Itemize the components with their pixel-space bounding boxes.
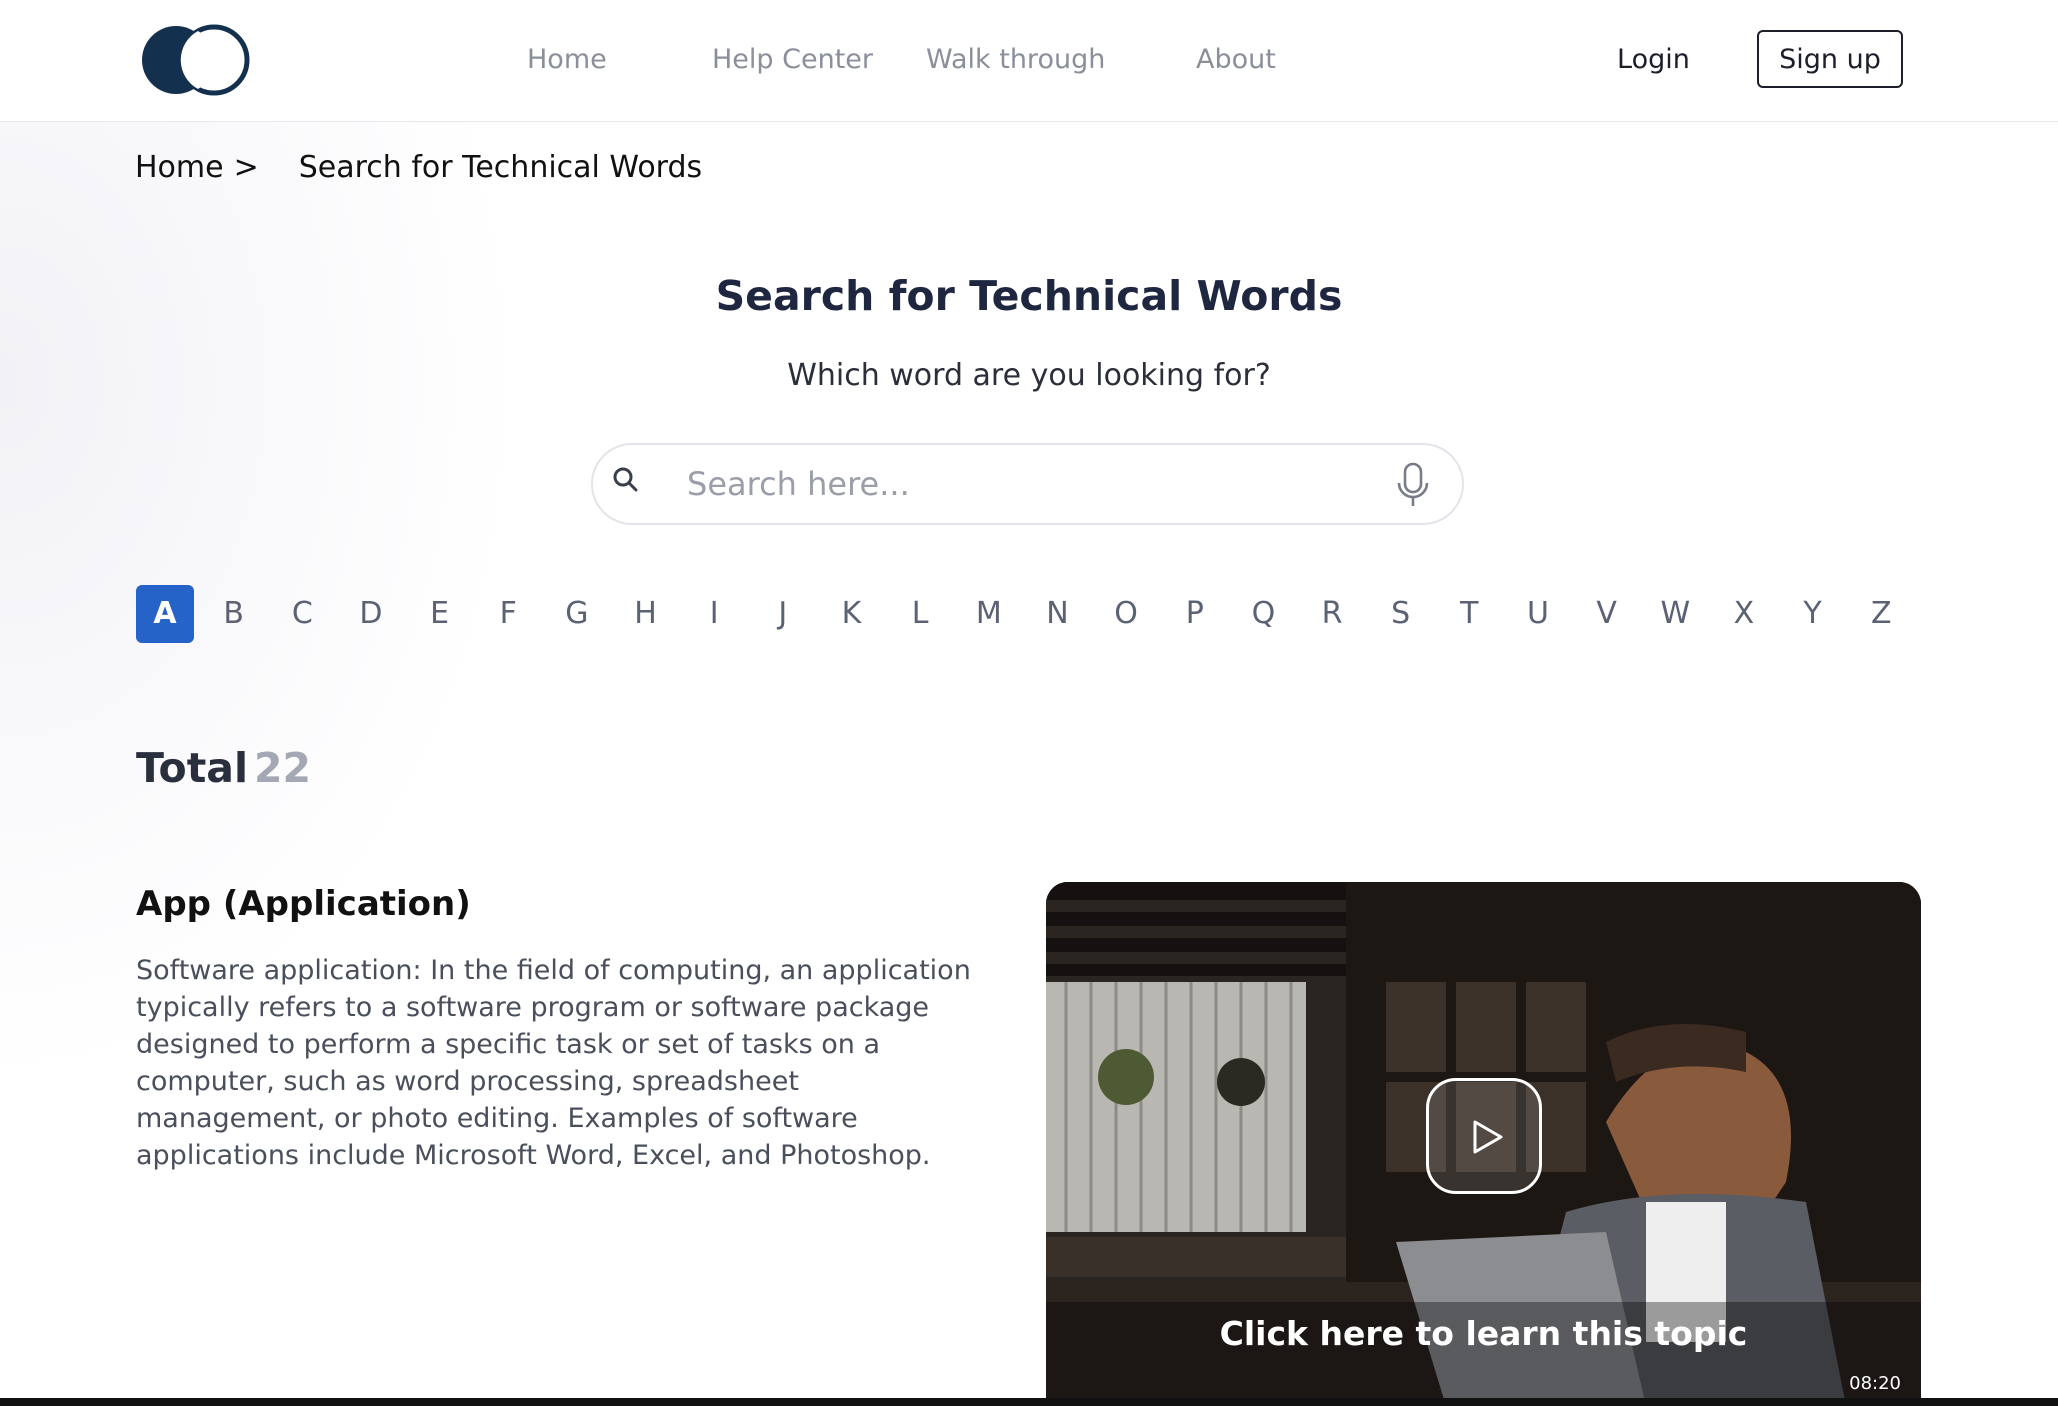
nav-about[interactable]: About xyxy=(1196,40,1276,80)
letter-g[interactable]: G xyxy=(548,585,606,643)
alphabet-filter: ABCDEFGHIJKLMNOPQRSTUVWXYZ xyxy=(136,585,1936,643)
breadcrumb-separator: > xyxy=(233,150,259,185)
results-total: Total 22 xyxy=(136,743,311,793)
letter-m[interactable]: M xyxy=(960,585,1018,643)
letter-f[interactable]: F xyxy=(479,585,537,643)
letter-x[interactable]: X xyxy=(1715,585,1773,643)
letter-w[interactable]: W xyxy=(1646,585,1704,643)
letter-t[interactable]: T xyxy=(1440,585,1498,643)
letter-y[interactable]: Y xyxy=(1784,585,1842,643)
word-title: App (Application) xyxy=(136,884,471,924)
video-caption: Click here to learn this topic xyxy=(1219,1314,1748,1353)
letter-j[interactable]: J xyxy=(754,585,812,643)
search-input[interactable] xyxy=(687,459,1347,509)
play-icon xyxy=(1473,1120,1503,1154)
nav-home[interactable]: Home xyxy=(527,40,607,80)
letter-i[interactable]: I xyxy=(685,585,743,643)
page-title: Search for Technical Words xyxy=(715,272,1343,320)
letter-o[interactable]: O xyxy=(1097,585,1155,643)
letter-z[interactable]: Z xyxy=(1852,585,1910,643)
breadcrumb-current: Search for Technical Words xyxy=(298,150,703,185)
breadcrumb: Home > Search for Technical Words xyxy=(135,148,702,188)
site-header: Home Help Center Walk through About Logi… xyxy=(0,0,2058,122)
search-icon xyxy=(613,467,638,492)
bottom-edge xyxy=(0,1398,2058,1406)
breadcrumb-home[interactable]: Home xyxy=(135,148,224,188)
letter-b[interactable]: B xyxy=(205,585,263,643)
letter-q[interactable]: Q xyxy=(1234,585,1292,643)
video-card[interactable]: Click here to learn this topic 08:20 xyxy=(1046,882,1921,1406)
letter-a[interactable]: A xyxy=(136,585,194,643)
nav-walk-through[interactable]: Walk through xyxy=(926,40,1105,80)
logo[interactable] xyxy=(140,24,252,96)
letter-s[interactable]: S xyxy=(1372,585,1430,643)
page-subtitle: Which word are you looking for? xyxy=(787,358,1271,393)
nav-help-center[interactable]: Help Center xyxy=(712,40,873,80)
total-label: Total xyxy=(136,744,249,792)
letter-r[interactable]: R xyxy=(1303,585,1361,643)
letter-l[interactable]: L xyxy=(891,585,949,643)
login-link[interactable]: Login xyxy=(1617,40,1690,80)
play-button[interactable] xyxy=(1426,1078,1542,1194)
letter-c[interactable]: C xyxy=(273,585,331,643)
mic-icon[interactable] xyxy=(1393,461,1433,509)
letter-d[interactable]: D xyxy=(342,585,400,643)
total-count: 22 xyxy=(254,744,312,792)
word-description: Software application: In the field of co… xyxy=(136,955,971,1171)
letter-h[interactable]: H xyxy=(617,585,675,643)
video-duration: 08:20 xyxy=(1849,1373,1901,1394)
search-bar xyxy=(591,443,1464,525)
letter-k[interactable]: K xyxy=(823,585,881,643)
letter-e[interactable]: E xyxy=(411,585,469,643)
letter-p[interactable]: P xyxy=(1166,585,1224,643)
signup-button[interactable]: Sign up xyxy=(1757,30,1903,88)
letter-n[interactable]: N xyxy=(1028,585,1086,643)
letter-u[interactable]: U xyxy=(1509,585,1567,643)
letter-v[interactable]: V xyxy=(1578,585,1636,643)
